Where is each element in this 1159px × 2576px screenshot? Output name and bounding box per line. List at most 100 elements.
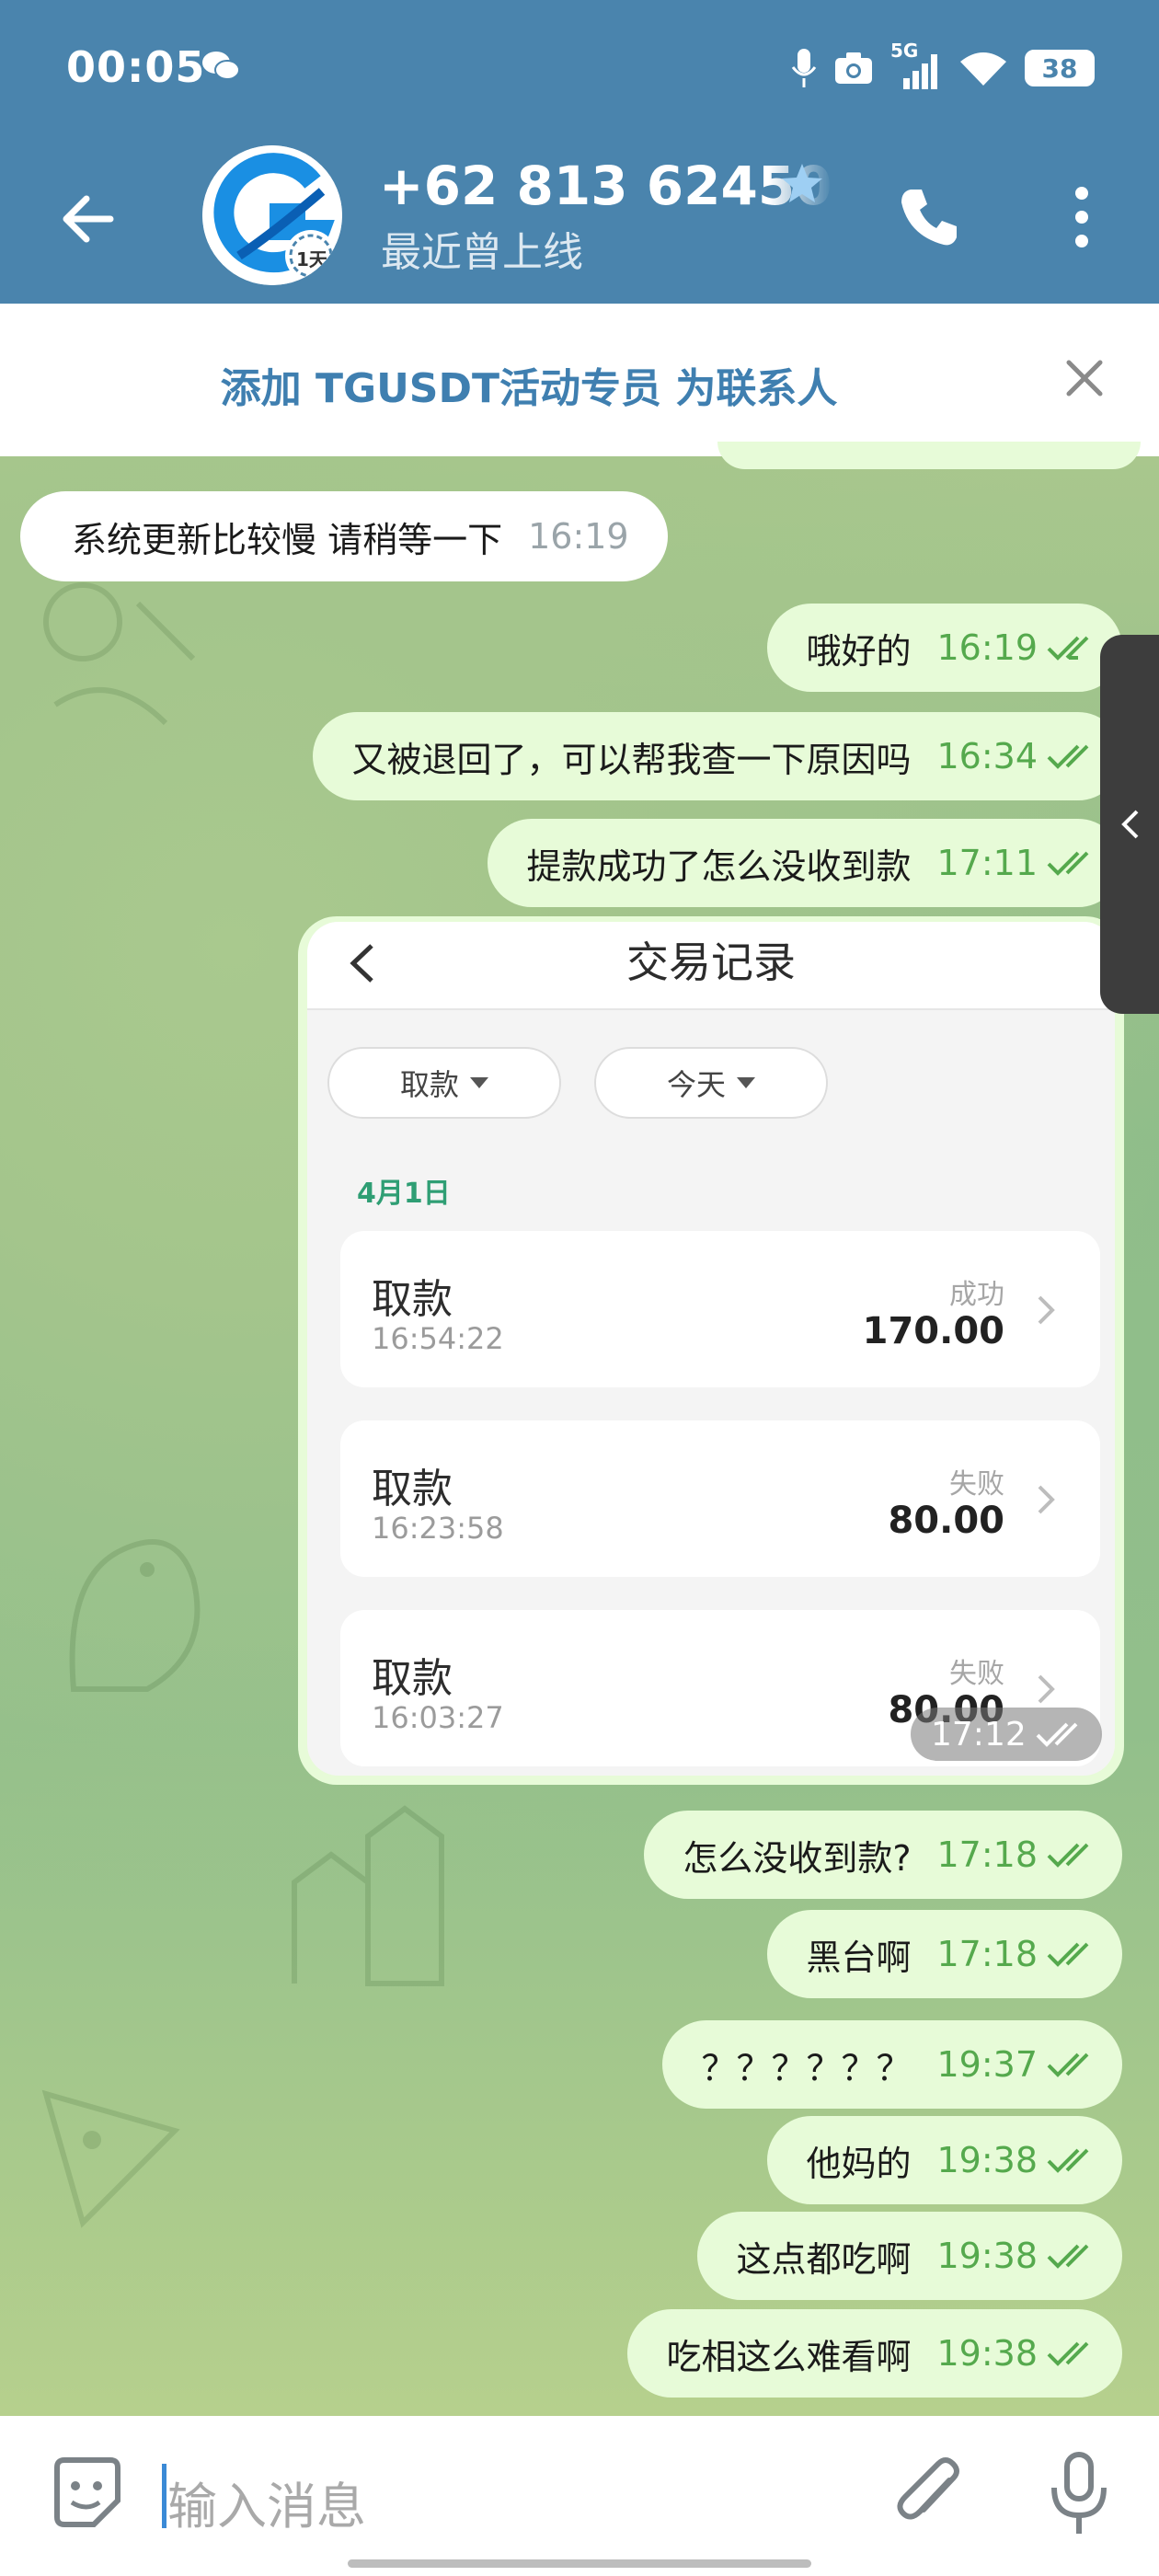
message-time: 17:18 bbox=[936, 1934, 1038, 1974]
filter-pill-date: 今天 bbox=[594, 1047, 828, 1119]
message-text: 黑台啊 bbox=[806, 1937, 912, 1978]
screenshot-title: 交易记录 bbox=[626, 937, 796, 987]
message-input[interactable]: 输入消息 bbox=[167, 2466, 366, 2538]
status-bar: 00:05 5G 38 bbox=[0, 0, 1159, 138]
message-bubble-outgoing[interactable]: 他妈的 19:38 bbox=[767, 2116, 1122, 2204]
text-caret bbox=[162, 2464, 166, 2528]
chevron-right-icon bbox=[1038, 1674, 1055, 1704]
message-time: 16:19 bbox=[936, 627, 1038, 668]
read-checkmarks-icon bbox=[1036, 1722, 1078, 1747]
read-checkmarks-icon bbox=[1047, 636, 1089, 661]
chevron-right-icon bbox=[1038, 1295, 1055, 1325]
add-contact-link[interactable]: 添加 TGUSDT活动专员 为联系人 bbox=[0, 355, 1159, 414]
attachment-icon[interactable] bbox=[892, 2453, 970, 2536]
microphone-icon[interactable] bbox=[1047, 2451, 1111, 2537]
cellular-icon: 5G bbox=[890, 40, 942, 91]
transaction-amount: 80.00 bbox=[888, 1500, 1004, 1542]
message-time: 17:11 bbox=[936, 843, 1038, 883]
message-text: ？？？？？？ bbox=[701, 2047, 912, 2088]
avatar-badge: 1天 bbox=[296, 248, 327, 270]
phone-icon[interactable] bbox=[892, 180, 966, 254]
last-seen-status: 最近曾上线 bbox=[381, 229, 583, 276]
add-contact-banner: 添加 TGUSDT活动专员 为联系人 bbox=[0, 304, 1159, 456]
transaction-type: 取款 bbox=[372, 1466, 453, 1512]
top-bar: 00:05 5G 38 1天 +62 813 62450 最近曾上线 bbox=[0, 0, 1159, 304]
dinosaur-doodle-icon bbox=[69, 1539, 201, 1692]
message-bubble-outgoing[interactable]: ？？？？？？ 19:37 bbox=[662, 2020, 1122, 2109]
message-text: 这点都吃啊 bbox=[736, 2238, 912, 2280]
message-bubble-incoming[interactable]: 系统更新比较慢 请稍等一下 16:19 bbox=[20, 491, 668, 581]
message-text: 他妈的 bbox=[806, 2143, 912, 2184]
camera-status-icon bbox=[835, 52, 872, 84]
message-bubble-outgoing[interactable]: 提款成功了怎么没收到款 17:11 bbox=[488, 819, 1122, 907]
wifi-icon bbox=[960, 52, 1006, 86]
message-time: 16:19 bbox=[528, 516, 629, 557]
side-panel-handle[interactable] bbox=[1100, 635, 1159, 1014]
read-checkmarks-icon bbox=[1047, 2244, 1089, 2269]
read-checkmarks-icon bbox=[1047, 1942, 1089, 1967]
home-indicator[interactable] bbox=[348, 2559, 811, 2568]
status-time: 00:05 bbox=[66, 42, 206, 92]
battery-indicator: 38 bbox=[1025, 50, 1095, 86]
transaction-screenshot[interactable]: 交易记录 取款 今天 4月1日 取款 16:54:22 成功 170.00 取款… bbox=[307, 922, 1115, 1776]
read-checkmarks-icon bbox=[1047, 1843, 1089, 1868]
mic-status-icon bbox=[791, 49, 817, 87]
message-text: 提款成功了怎么没收到款 bbox=[526, 845, 912, 887]
message-time: 19:37 bbox=[936, 2044, 1038, 2085]
transaction-status: 成功 bbox=[949, 1279, 1004, 1311]
back-arrow-icon[interactable] bbox=[55, 186, 121, 252]
message-text: 哦好的 bbox=[806, 630, 912, 672]
transaction-time: 16:23:58 bbox=[372, 1511, 504, 1546]
transaction-time: 16:54:22 bbox=[372, 1321, 504, 1356]
message-bubble-outgoing[interactable]: 黑台啊 17:18 bbox=[767, 1910, 1122, 1998]
message-time: 19:38 bbox=[936, 2236, 1038, 2276]
pizza-doodle-icon bbox=[41, 2089, 180, 2228]
chevron-left-icon bbox=[1121, 810, 1139, 839]
contact-name[interactable]: +62 813 62450 bbox=[379, 155, 832, 217]
message-bubble-outgoing[interactable]: 哦好的 16:19 bbox=[767, 604, 1122, 692]
message-input-bar: 输入消息 bbox=[0, 2416, 1159, 2576]
doodle-pattern-icon bbox=[43, 582, 196, 726]
transaction-status: 失败 bbox=[949, 1468, 1004, 1501]
read-checkmarks-icon bbox=[1047, 744, 1089, 769]
message-text: 怎么没收到款? bbox=[683, 1837, 912, 1879]
dropdown-triangle-icon bbox=[737, 1077, 755, 1088]
chat-header: 1天 +62 813 62450 最近曾上线 bbox=[0, 138, 1159, 304]
more-options-icon[interactable] bbox=[1063, 180, 1100, 254]
message-bubble-outgoing[interactable]: 又被退回了，可以帮我查一下原因吗 16:34 bbox=[313, 712, 1122, 800]
transaction-time: 16:03:27 bbox=[372, 1700, 504, 1735]
castle-doodle-icon bbox=[292, 1805, 444, 1986]
filter-pill-type: 取款 bbox=[327, 1047, 561, 1119]
message-bubble-outgoing[interactable]: 怎么没收到款? 17:18 bbox=[644, 1811, 1122, 1899]
message-time: 19:38 bbox=[936, 2333, 1038, 2374]
sticker-emoji-icon[interactable] bbox=[48, 2455, 127, 2534]
filter-label: 今天 bbox=[666, 1067, 726, 1102]
transaction-card: 取款 16:23:58 失败 80.00 bbox=[340, 1420, 1100, 1577]
transaction-type: 取款 bbox=[372, 1276, 453, 1323]
dropdown-triangle-icon bbox=[470, 1077, 488, 1088]
star-icon bbox=[782, 164, 822, 202]
message-text: 又被退回了，可以帮我查一下原因吗 bbox=[351, 739, 912, 780]
transaction-card: 取款 16:54:22 成功 170.00 bbox=[340, 1231, 1100, 1387]
chevron-right-icon bbox=[1038, 1485, 1055, 1514]
wechat-icon bbox=[202, 52, 240, 80]
message-time: 17:12 bbox=[931, 1715, 1027, 1754]
read-checkmarks-icon bbox=[1047, 2341, 1089, 2366]
message-bubble-outgoing[interactable]: 这点都吃啊 19:38 bbox=[697, 2212, 1122, 2300]
transaction-type: 取款 bbox=[372, 1655, 453, 1702]
screenshot-navbar: 交易记录 bbox=[307, 922, 1115, 1010]
message-bubble-outgoing[interactable]: 吃相这么难看啊 19:38 bbox=[627, 2309, 1122, 2398]
read-checkmarks-icon bbox=[1047, 851, 1089, 876]
transaction-status: 失败 bbox=[949, 1658, 1004, 1690]
read-checkmarks-icon bbox=[1047, 2053, 1089, 2077]
message-time: 17:18 bbox=[936, 1834, 1038, 1875]
avatar[interactable]: 1天 bbox=[202, 145, 342, 285]
filter-label: 取款 bbox=[399, 1067, 459, 1102]
read-checkmarks-icon bbox=[1047, 2148, 1089, 2173]
image-message-bubble[interactable]: 交易记录 取款 今天 4月1日 取款 16:54:22 成功 170.00 取款… bbox=[298, 916, 1124, 1785]
transaction-amount: 170.00 bbox=[862, 1310, 1004, 1352]
message-time: 16:34 bbox=[936, 736, 1038, 776]
message-text: 吃相这么难看啊 bbox=[666, 2336, 912, 2377]
close-icon[interactable] bbox=[1061, 355, 1107, 401]
partial-message-bubble bbox=[717, 442, 1141, 469]
